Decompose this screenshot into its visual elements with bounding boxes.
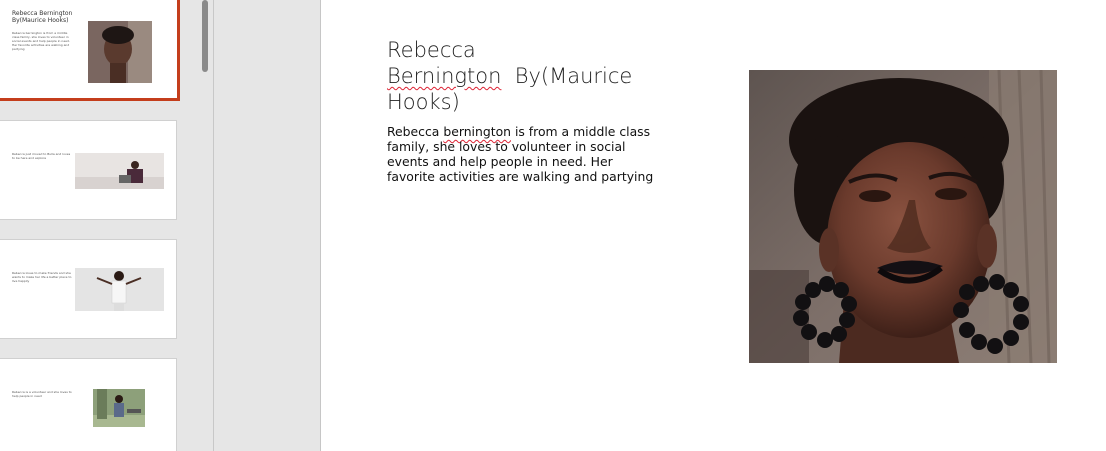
spellcheck-word: Bernington: [387, 64, 502, 88]
slide-thumbnail-2[interactable]: Rebecca just moved to Bulla and loves to…: [0, 120, 177, 220]
thumbnail-title: Rebecca Bernington By(Maurice Hooks): [12, 10, 73, 24]
spellcheck-word: bernington: [443, 124, 511, 139]
slide-thumbnail-3[interactable]: Rebecca loves to make friends and she wa…: [0, 239, 177, 339]
title-line-2: Bernington By(Maurice: [387, 63, 687, 89]
thumbnail-body: Rebecca loves to make friends and she wa…: [12, 271, 72, 283]
thumbnail-body: Rebecca bernington is from a middle clas…: [12, 31, 70, 51]
slide-title[interactable]: Rebecca Bernington By(Maurice Hooks): [387, 37, 687, 115]
slide-thumbnail-1[interactable]: Rebecca Bernington By(Maurice Hooks) Reb…: [0, 0, 180, 101]
thumbnail-office-image: [75, 153, 164, 189]
slide-thumbnail-panel: Rebecca Bernington By(Maurice Hooks) Reb…: [0, 0, 200, 451]
slide-body-text[interactable]: Rebecca bernington is from a middle clas…: [387, 124, 662, 184]
title-line-3: Hooks): [387, 90, 460, 114]
thumbnail-park-image: [93, 389, 145, 427]
scrollbar-thumb[interactable]: [202, 0, 208, 72]
thumbnail-body: Rebecca is a volunteer and she loves to …: [12, 390, 72, 398]
thumbnail-portrait-image: [88, 21, 152, 83]
body-text-start: Rebecca: [387, 124, 444, 139]
title-author: By(Maurice: [501, 64, 633, 88]
slide-thumbnail-4[interactable]: Rebecca is a volunteer and she loves to …: [0, 358, 177, 451]
editor-background: [214, 0, 320, 451]
slide-canvas[interactable]: Rebecca Bernington By(Maurice Hooks) Reb…: [321, 0, 1106, 451]
thumbnail-scrollbar[interactable]: [200, 0, 213, 451]
portrait-image[interactable]: [749, 70, 1057, 363]
thumbnail-body: Rebecca just moved to Bulla and loves to…: [12, 152, 71, 160]
thumbnail-shrug-image: [75, 268, 164, 311]
title-line-1: Rebecca: [387, 38, 476, 62]
